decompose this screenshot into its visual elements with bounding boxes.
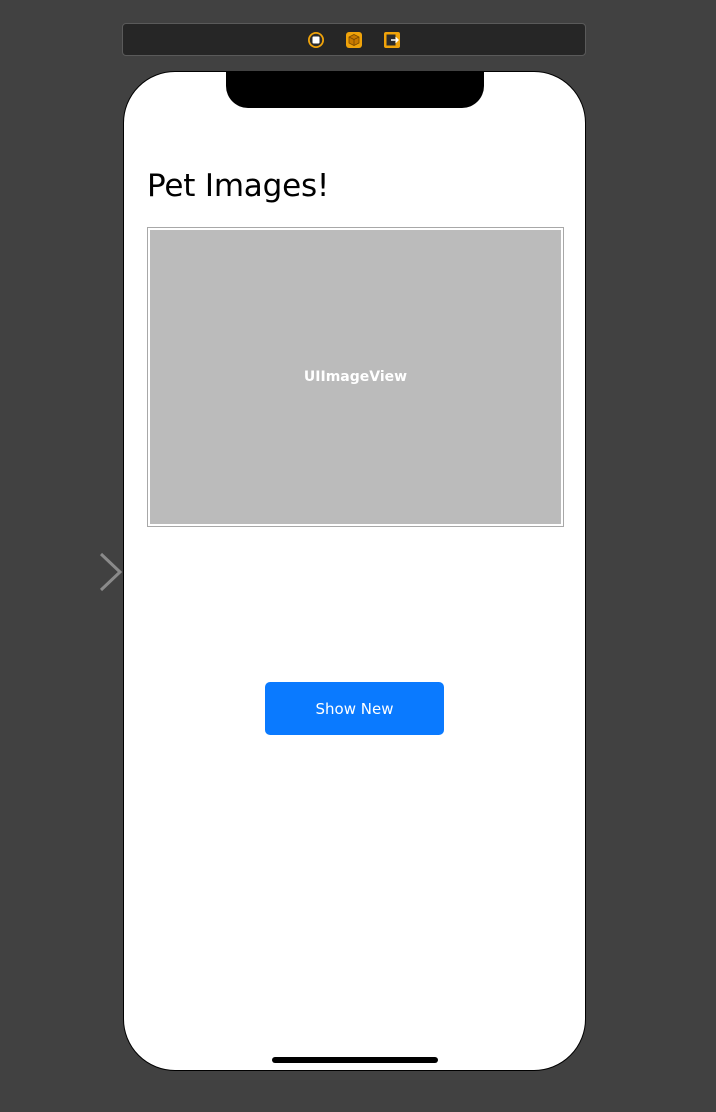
home-indicator bbox=[272, 1057, 438, 1063]
exit-icon[interactable] bbox=[383, 31, 401, 49]
pet-image-view[interactable]: UIImageView bbox=[147, 227, 564, 527]
device-notch bbox=[226, 72, 484, 108]
storyboard-canvas: Pet Images! UIImageView Show New bbox=[0, 0, 716, 1112]
page-title[interactable]: Pet Images! bbox=[147, 168, 329, 204]
first-responder-icon[interactable] bbox=[345, 31, 363, 49]
scene-dock bbox=[122, 23, 586, 56]
view-controller-icon[interactable] bbox=[307, 31, 325, 49]
image-view-placeholder-label: UIImageView bbox=[303, 369, 408, 385]
show-new-button[interactable]: Show New bbox=[265, 682, 444, 735]
entry-point-arrow-icon[interactable] bbox=[10, 550, 125, 594]
iphone-view-controller-scene: Pet Images! UIImageView Show New bbox=[123, 71, 586, 1071]
